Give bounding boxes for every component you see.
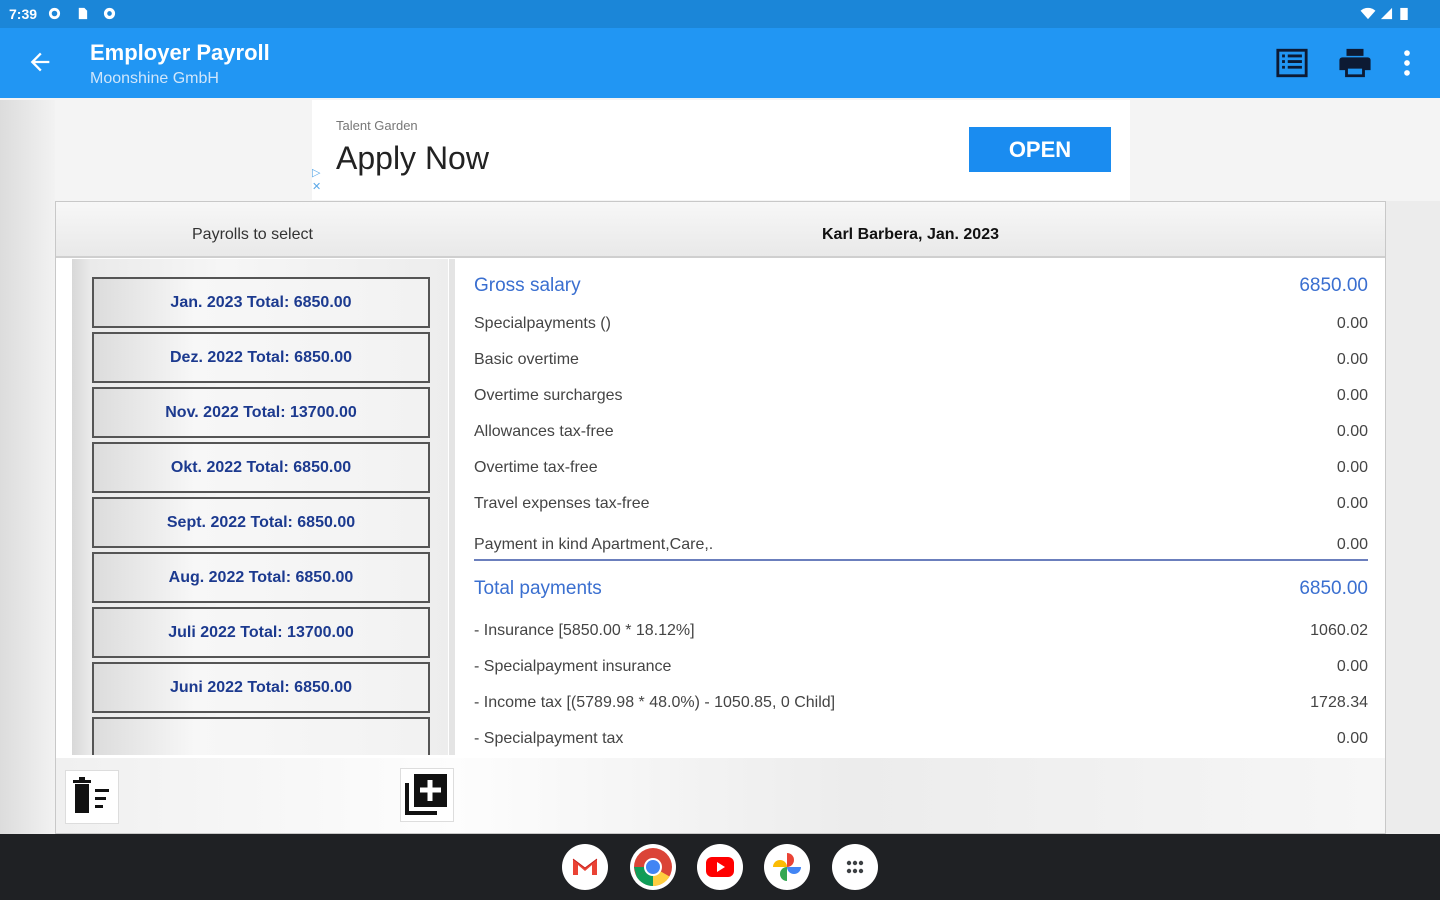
battery-icon — [1400, 7, 1408, 20]
total-payments-label: Total payments — [474, 578, 602, 599]
payroll-item[interactable]: Jan. 2023 Total: 6850.00 — [92, 277, 430, 328]
app-drawer[interactable] — [832, 844, 878, 890]
payroll-item-partial[interactable] — [92, 717, 430, 755]
add-payroll-icon — [405, 774, 447, 815]
payroll-item[interactable]: Aug. 2022 Total: 6850.00 — [92, 552, 430, 603]
youtube-app[interactable] — [697, 844, 743, 890]
signal-icon — [1380, 7, 1393, 20]
panel-header: Payrolls to select Karl Barbera, Jan. 20… — [56, 202, 1385, 258]
payroll-details[interactable]: Gross salary 6850.00 Specialpayments () … — [456, 259, 1385, 749]
list-view-icon[interactable] — [1275, 46, 1309, 80]
app-subtitle: Moonshine GmbH — [90, 70, 219, 87]
ad-headline[interactable]: Apply Now — [336, 140, 489, 177]
detail-value: 0.00 — [1336, 423, 1368, 440]
status-time: 7:39 — [9, 6, 38, 22]
detail-label: Overtime tax-free — [474, 459, 598, 476]
payroll-item[interactable]: Okt. 2022 Total: 6850.00 — [92, 442, 430, 493]
delete-list-icon — [73, 777, 109, 813]
ad-banner[interactable]: ▷ ✕ Talent Garden Apply Now OPEN — [312, 100, 1130, 200]
payroll-item[interactable]: Juni 2022 Total: 6850.00 — [92, 662, 430, 713]
payroll-item[interactable]: Juli 2022 Total: 13700.00 — [92, 607, 430, 658]
arrow-back-icon[interactable] — [26, 48, 54, 76]
print-icon[interactable] — [1338, 46, 1372, 80]
detail-label: Specialpayments () — [474, 315, 611, 332]
deduction-value: 0.00 — [1336, 730, 1368, 747]
system-dock — [0, 834, 1440, 900]
gmail-icon — [572, 858, 598, 875]
detail-value: 0.00 — [1336, 315, 1368, 332]
ad-choices-icon[interactable]: ▷ ✕ — [312, 166, 326, 196]
employee-period-header: Karl Barbera, Jan. 2023 — [822, 226, 999, 243]
photos-app[interactable] — [764, 844, 810, 890]
deduction-label: - Specialpayment insurance — [474, 658, 672, 675]
list-scrollbar[interactable] — [449, 259, 455, 755]
total-payments-value: 6850.00 — [1299, 578, 1368, 599]
chrome-icon — [634, 848, 672, 887]
background-left — [0, 100, 55, 834]
detail-value: 0.00 — [1336, 459, 1368, 476]
deduction-value: 1728.34 — [1310, 694, 1368, 711]
gross-salary-value: 6850.00 — [1299, 275, 1368, 296]
deduction-label: - Specialpayment tax — [474, 730, 624, 747]
payrolls-header: Payrolls to select — [192, 226, 313, 243]
payroll-item[interactable]: Nov. 2022 Total: 13700.00 — [92, 387, 430, 438]
chrome-app[interactable] — [630, 844, 676, 890]
detail-value: 0.00 — [1336, 495, 1368, 512]
gmail-app[interactable] — [562, 844, 608, 890]
app-bar: Employer Payroll Moonshine GmbH — [0, 28, 1440, 98]
payroll-item[interactable]: Sept. 2022 Total: 6850.00 — [92, 497, 430, 548]
add-payroll-button[interactable] — [400, 768, 454, 822]
wifi-icon — [1360, 7, 1376, 20]
background-right — [1386, 201, 1440, 834]
ad-advertiser: Talent Garden — [336, 118, 418, 133]
gross-salary-label: Gross salary — [474, 275, 581, 296]
detail-label: Overtime surcharges — [474, 387, 623, 404]
photos-icon — [773, 853, 801, 881]
detail-label: Travel expenses tax-free — [474, 495, 650, 512]
ad-open-button[interactable]: OPEN — [969, 127, 1111, 172]
detail-value: 0.00 — [1336, 536, 1368, 553]
more-vert-icon[interactable] — [1390, 46, 1424, 80]
settings-status-icon — [103, 7, 116, 20]
notification-icon — [48, 7, 61, 20]
delete-list-button[interactable] — [65, 770, 119, 824]
app-drawer-icon — [846, 860, 864, 874]
detail-label: Allowances tax-free — [474, 423, 614, 440]
detail-value: 0.00 — [1336, 351, 1368, 368]
payroll-panel: Payrolls to select Karl Barbera, Jan. 20… — [55, 201, 1386, 834]
panel-footer — [56, 758, 1385, 833]
status-bar: 7:39 — [0, 0, 1440, 28]
deduction-label: - Income tax [(5789.98 * 48.0%) - 1050.8… — [474, 694, 836, 711]
app-title: Employer Payroll — [90, 40, 270, 65]
detail-label: Payment in kind Apartment,Care,. — [474, 536, 714, 553]
payroll-item[interactable]: Dez. 2022 Total: 6850.00 — [92, 332, 430, 383]
detail-value: 0.00 — [1336, 387, 1368, 404]
deduction-value: 0.00 — [1336, 658, 1368, 675]
total-separator — [474, 559, 1368, 561]
payroll-list[interactable]: Jan. 2023 Total: 6850.00 Dez. 2022 Total… — [72, 259, 448, 755]
deduction-label: - Insurance [5850.00 * 18.12%] — [474, 622, 695, 639]
youtube-icon — [706, 857, 734, 877]
detail-label: Basic overtime — [474, 351, 579, 368]
deduction-value: 1060.02 — [1310, 622, 1368, 639]
sd-card-icon — [78, 7, 88, 20]
